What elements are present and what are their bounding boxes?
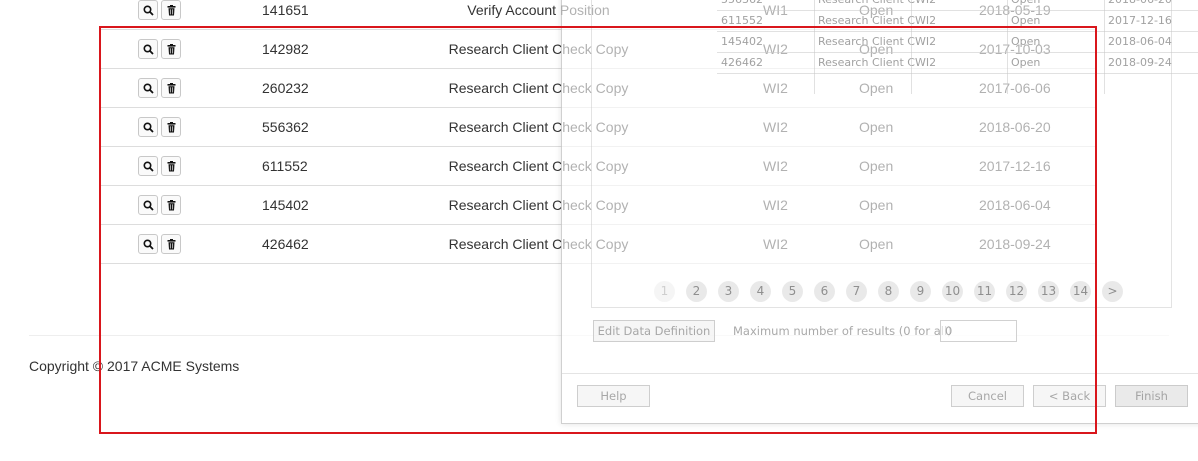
- finish-button[interactable]: Finish: [1115, 385, 1188, 407]
- search-icon[interactable]: [138, 234, 158, 254]
- preview-grid-row: 145402 Research Client C WI2 Open 2018-06-04: [717, 32, 1198, 53]
- page-button[interactable]: 7: [846, 281, 867, 302]
- preview-status: Open: [1011, 14, 1041, 27]
- row-id: 426462: [262, 236, 309, 252]
- search-icon[interactable]: [138, 0, 158, 20]
- trash-icon[interactable]: [161, 234, 181, 254]
- search-icon[interactable]: [138, 78, 158, 98]
- preview-grid-divider: [814, 0, 815, 94]
- trash-icon[interactable]: [161, 156, 181, 176]
- preview-queue: WI2: [915, 35, 937, 48]
- next-page-button[interactable]: >: [1102, 281, 1123, 302]
- preview-date: 2018-06-04: [1108, 35, 1172, 48]
- preview-id: 426462: [721, 56, 763, 69]
- preview-id: 611552: [721, 14, 763, 27]
- page-button[interactable]: 9: [910, 281, 931, 302]
- page-button[interactable]: 3: [718, 281, 739, 302]
- row-id: 556362: [262, 119, 309, 135]
- row-id: 145402: [262, 197, 309, 213]
- help-button[interactable]: Help: [577, 385, 650, 407]
- preview-grid-row: 611552 Research Client C WI2 Open 2017-12-16: [717, 11, 1198, 32]
- page-button[interactable]: 13: [1038, 281, 1059, 302]
- page-button[interactable]: 2: [686, 281, 707, 302]
- back-button[interactable]: < Back: [1033, 385, 1106, 407]
- trash-icon[interactable]: [161, 0, 181, 20]
- preview-id: 556362: [721, 0, 763, 10]
- preview-grid-row: 426462 Research Client C WI2 Open 2018-09-24: [717, 53, 1198, 74]
- row-actions: [138, 195, 184, 215]
- preview-date: 2018-09-24: [1108, 56, 1172, 69]
- preview-status: Open: [1011, 56, 1041, 69]
- preview-date: 2018-06-20: [1108, 0, 1172, 10]
- page-button[interactable]: 6: [814, 281, 835, 302]
- wizard-dialog: 260232Research Client CWI2Open2017-06-06…: [561, 0, 1198, 424]
- max-results-label: Maximum number of results (0 for all): [733, 324, 952, 338]
- row-actions: [138, 156, 184, 176]
- preview-date: 2017-12-16: [1108, 14, 1172, 27]
- page-button[interactable]: 4: [750, 281, 771, 302]
- page-button[interactable]: 5: [782, 281, 803, 302]
- row-actions: [138, 0, 184, 20]
- preview-description: Research Client C: [818, 0, 915, 10]
- search-icon[interactable]: [138, 195, 158, 215]
- page-button[interactable]: 14: [1070, 281, 1091, 302]
- preview-description: Research Client C: [818, 56, 915, 69]
- wizard-content-panel: 260232Research Client CWI2Open2017-06-06…: [591, 0, 1198, 308]
- preview-grid-divider: [1104, 0, 1105, 94]
- max-results-input[interactable]: 0: [940, 320, 1017, 342]
- preview-grid: 260232Research Client CWI2Open2017-06-06…: [717, 0, 1198, 94]
- preview-grid-divider: [1007, 0, 1008, 94]
- preview-queue: WI2: [915, 14, 937, 27]
- page-button[interactable]: 12: [1006, 281, 1027, 302]
- preview-grid-row: 556362 Research Client CWI2 Open 2018-06-20: [717, 0, 1198, 11]
- row-actions: [138, 234, 184, 254]
- row-id: 260232: [262, 80, 309, 96]
- row-actions: [138, 78, 184, 98]
- preview-description: Research Client C: [818, 14, 915, 27]
- row-actions: [138, 117, 184, 137]
- cancel-button[interactable]: Cancel: [951, 385, 1024, 407]
- preview-id: 145402: [721, 35, 763, 48]
- trash-icon[interactable]: [161, 117, 181, 137]
- preview-description: Research Client C: [818, 35, 915, 48]
- trash-icon[interactable]: [161, 78, 181, 98]
- page-button[interactable]: 1: [654, 281, 675, 302]
- preview-queue: WI2: [915, 0, 936, 10]
- edit-data-definition-button[interactable]: Edit Data Definition: [593, 320, 715, 342]
- row-id: 141651: [262, 2, 309, 18]
- row-actions: [138, 39, 184, 59]
- page-button[interactable]: 8: [878, 281, 899, 302]
- copyright-text: Copyright © 2017 ACME Systems: [29, 358, 240, 374]
- wizard-footer-divider: [562, 373, 1198, 374]
- preview-status: Open: [1011, 0, 1040, 10]
- page-button[interactable]: 11: [974, 281, 995, 302]
- trash-icon[interactable]: [161, 195, 181, 215]
- preview-grid-divider: [911, 0, 912, 94]
- page-button[interactable]: 10: [942, 281, 963, 302]
- row-id: 611552: [262, 158, 308, 174]
- row-id: 142982: [262, 41, 309, 57]
- preview-queue: WI2: [915, 56, 937, 69]
- preview-status: Open: [1011, 35, 1041, 48]
- search-icon[interactable]: [138, 39, 158, 59]
- search-icon[interactable]: [138, 156, 158, 176]
- search-icon[interactable]: [138, 117, 158, 137]
- trash-icon[interactable]: [161, 39, 181, 59]
